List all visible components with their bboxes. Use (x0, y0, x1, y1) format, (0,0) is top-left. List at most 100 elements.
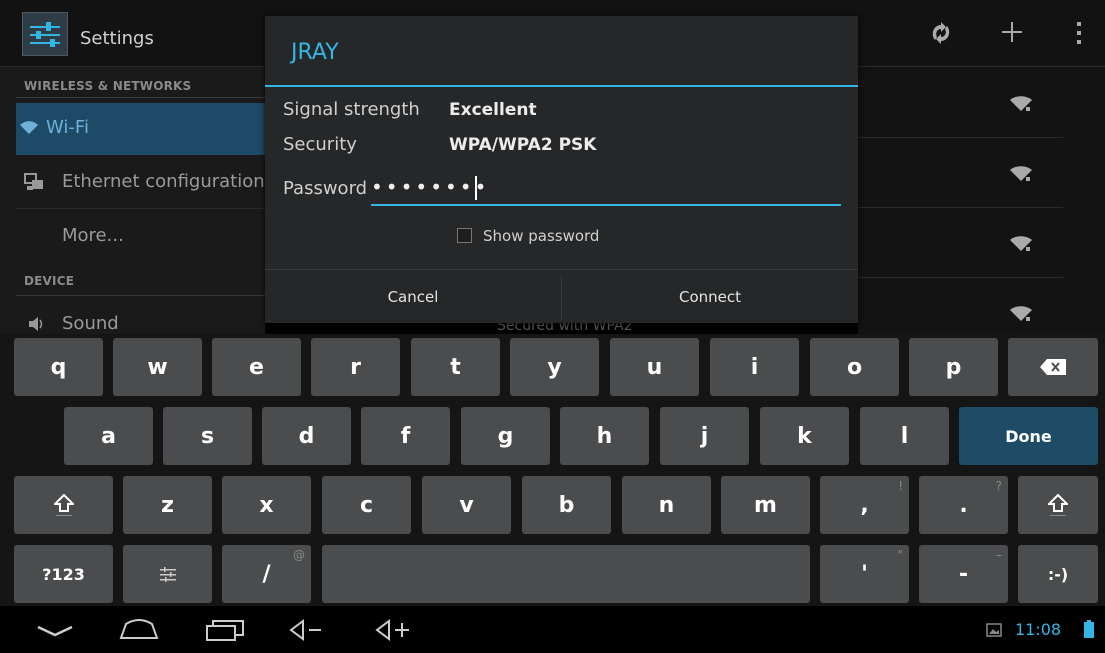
add-icon[interactable] (1000, 20, 1024, 44)
settings-app-icon[interactable] (22, 12, 68, 56)
sidebar-item-wifi[interactable]: Wi-Fi (16, 103, 265, 155)
key-e[interactable]: e (212, 338, 301, 396)
settings-sliders-icon (159, 567, 176, 582)
cancel-button[interactable]: Cancel (265, 270, 561, 324)
apostrophe-key[interactable]: ' " (820, 545, 909, 603)
section-divider (16, 97, 265, 98)
sidebar-item-label: More... (62, 225, 124, 246)
wifi-signal-icon (1010, 166, 1032, 181)
sidebar-item-label: Ethernet configuration (62, 171, 265, 192)
section-divider (16, 295, 265, 296)
symbols-key[interactable]: ?123 (14, 545, 113, 603)
period-key[interactable]: . ? (919, 476, 1008, 534)
shift-key-left[interactable] (14, 476, 113, 534)
key-hint: ! (898, 479, 903, 493)
password-label: Password (283, 178, 368, 199)
section-header-device: DEVICE (24, 274, 75, 288)
key-d[interactable]: d (262, 407, 351, 465)
show-password-checkbox[interactable] (457, 228, 472, 243)
dialog-title: JRAY (291, 40, 339, 65)
backspace-key[interactable] (1008, 338, 1098, 396)
key-f[interactable]: f (361, 407, 450, 465)
key-m[interactable]: m (721, 476, 810, 534)
signal-strength-value: Excellent (449, 100, 537, 120)
key-label: ' (861, 561, 868, 587)
system-nav-bar: 11:08 (0, 606, 1105, 653)
key-h[interactable]: h (560, 407, 649, 465)
wifi-network-list (858, 67, 1105, 335)
signal-strength-label: Signal strength (283, 99, 420, 120)
key-i[interactable]: i (710, 338, 799, 396)
app-title: Settings (80, 28, 154, 49)
volume-up-icon[interactable] (375, 618, 419, 642)
key-w[interactable]: w (113, 338, 202, 396)
key-label: - (958, 561, 969, 587)
comma-key[interactable]: , ! (820, 476, 909, 534)
key-z[interactable]: z (123, 476, 212, 534)
key-r[interactable]: r (311, 338, 400, 396)
key-q[interactable]: q (14, 338, 103, 396)
done-key[interactable]: Done (959, 407, 1098, 465)
key-v[interactable]: v (422, 476, 511, 534)
wifi-signal-icon (1010, 236, 1032, 251)
shift-key-right[interactable] (1018, 476, 1098, 534)
list-divider (858, 137, 1063, 138)
password-value: •••••••• (371, 175, 490, 199)
hide-keyboard-icon[interactable] (36, 624, 74, 638)
dialog-button-bar: Cancel Connect (265, 269, 858, 324)
key-k[interactable]: k (760, 407, 849, 465)
sidebar-item-more[interactable]: More... (16, 211, 265, 263)
sound-icon (29, 317, 43, 331)
list-divider (858, 207, 1063, 208)
volume-down-icon[interactable] (289, 618, 329, 642)
input-settings-key[interactable] (123, 545, 212, 603)
key-label: . (959, 492, 968, 518)
list-divider (858, 277, 1063, 278)
key-o[interactable]: o (810, 338, 899, 396)
home-icon[interactable] (118, 618, 160, 640)
text-cursor (475, 176, 477, 200)
connect-button[interactable]: Connect (562, 270, 858, 324)
key-c[interactable]: c (322, 476, 411, 534)
shift-icon (53, 493, 74, 516)
smiley-key[interactable]: :-) (1018, 545, 1098, 603)
key-s[interactable]: s (163, 407, 252, 465)
battery-icon (1084, 620, 1094, 638)
key-j[interactable]: j (660, 407, 749, 465)
sliders-icon (30, 22, 60, 47)
key-p[interactable]: p (909, 338, 998, 396)
show-password-label[interactable]: Show password (483, 227, 599, 245)
slash-key[interactable]: / @ (222, 545, 311, 603)
key-b[interactable]: b (522, 476, 611, 534)
security-label: Security (283, 134, 357, 155)
security-value: WPA/WPA2 PSK (449, 135, 597, 155)
overflow-menu-icon[interactable] (1074, 20, 1084, 46)
key-y[interactable]: y (510, 338, 599, 396)
key-l[interactable]: l (860, 407, 949, 465)
sidebar-item-sound[interactable]: Sound (16, 299, 265, 335)
wifi-signal-icon (1010, 96, 1032, 111)
sidebar-item-label: Wi-Fi (46, 117, 89, 138)
wifi-connect-dialog: JRAY Signal strength Excellent Security … (265, 16, 858, 323)
recent-apps-icon[interactable] (205, 618, 245, 642)
screenshot-icon (986, 623, 1002, 637)
shift-icon (1048, 493, 1068, 516)
key-g[interactable]: g (461, 407, 550, 465)
key-u[interactable]: u (610, 338, 699, 396)
section-header-wireless: WIRELESS & NETWORKS (24, 79, 192, 93)
space-key[interactable] (322, 545, 810, 603)
dash-key[interactable]: - – (919, 545, 1008, 603)
key-a[interactable]: a (64, 407, 153, 465)
soft-keyboard: q w e r t y u i o p a s d f g h j k l Do… (0, 334, 1105, 606)
key-n[interactable]: n (622, 476, 711, 534)
key-hint: " (897, 548, 903, 562)
backspace-icon (1040, 359, 1066, 375)
key-x[interactable]: x (222, 476, 311, 534)
key-hint: ? (995, 479, 1002, 493)
password-input[interactable]: •••••••• (371, 174, 841, 206)
sidebar-item-ethernet[interactable]: Ethernet configuration (16, 157, 265, 209)
wps-icon[interactable] (928, 20, 954, 46)
key-label: , (860, 492, 869, 518)
key-label: / (262, 561, 271, 587)
key-t[interactable]: t (411, 338, 500, 396)
